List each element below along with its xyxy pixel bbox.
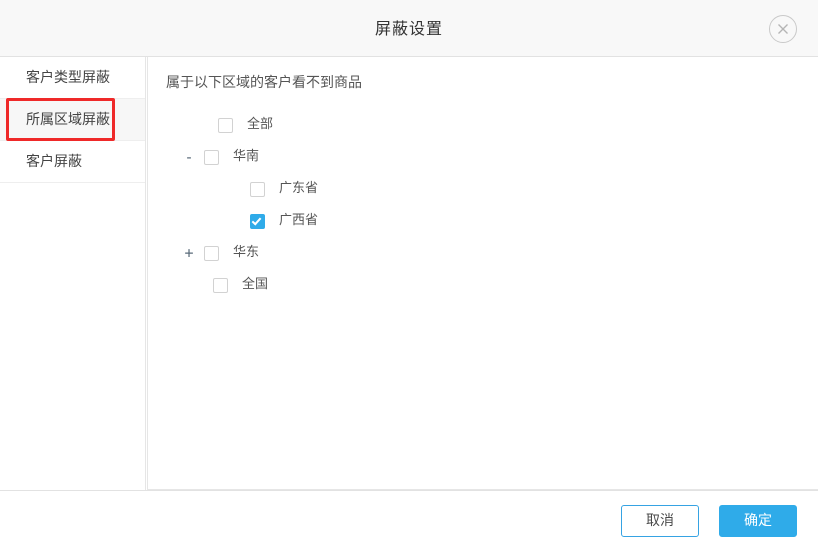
tree-node-label[interactable]: 广西省 (279, 212, 318, 230)
sidebar-item-customer-type[interactable]: 客户类型屏蔽 (0, 57, 145, 99)
sidebar-item-label: 客户屏蔽 (26, 154, 82, 170)
tree-row[interactable]: - 华南 (166, 141, 808, 173)
block-settings-dialog: 屏蔽设置 客户类型屏蔽 所属区域屏蔽 客户屏蔽 属于以下区域的客户看不到商品 全… (0, 0, 818, 551)
tree-row[interactable]: + 华东 (166, 237, 808, 269)
close-icon[interactable] (769, 15, 797, 43)
close-x-glyph (778, 24, 788, 34)
tree-checkbox[interactable] (250, 181, 265, 197)
tree-checkbox-checked[interactable] (250, 213, 265, 229)
tree-node-label[interactable]: 全国 (242, 276, 268, 294)
content-description: 属于以下区域的客户看不到商品 (166, 75, 362, 91)
tree-expand-icon[interactable]: + (182, 246, 196, 261)
tree-checkbox[interactable] (204, 245, 219, 261)
tree-checkbox[interactable] (218, 117, 233, 133)
sidebar-item-customer[interactable]: 客户屏蔽 (0, 141, 145, 183)
tree-checkbox[interactable] (213, 277, 228, 293)
tree-row[interactable]: 全部 (166, 109, 808, 141)
sidebar-item-label: 所属区域屏蔽 (26, 112, 110, 128)
dialog-header: 屏蔽设置 (0, 0, 818, 57)
content-panel-inner: 属于以下区域的客户看不到商品 全部 - 华南 广东省 广西省 + 华东 全国 (147, 57, 818, 490)
dialog-body: 客户类型屏蔽 所属区域屏蔽 客户屏蔽 属于以下区域的客户看不到商品 全部 - 华… (0, 57, 818, 490)
tree-collapse-icon[interactable]: - (182, 150, 196, 165)
cancel-button[interactable]: 取消 (621, 505, 699, 537)
tree-node-label[interactable]: 华东 (233, 244, 259, 262)
sidebar-item-label: 客户类型屏蔽 (26, 70, 110, 86)
tree-row[interactable]: 广西省 (166, 205, 808, 237)
tree-node-label[interactable]: 华南 (233, 148, 259, 166)
tree-row[interactable]: 广东省 (166, 173, 808, 205)
tree-node-label[interactable]: 全部 (247, 116, 273, 134)
confirm-button[interactable]: 确定 (719, 505, 797, 537)
sidebar: 客户类型屏蔽 所属区域屏蔽 客户屏蔽 (0, 57, 146, 490)
content-panel: 属于以下区域的客户看不到商品 全部 - 华南 广东省 广西省 + 华东 全国 (146, 57, 818, 490)
tree-checkbox[interactable] (204, 149, 219, 165)
sidebar-item-region[interactable]: 所属区域屏蔽 (0, 98, 145, 141)
tree-row[interactable]: 全国 (166, 269, 808, 301)
tree-node-label[interactable]: 广东省 (279, 180, 318, 198)
dialog-footer: 取消 确定 (0, 490, 818, 551)
region-tree: 全部 - 华南 广东省 广西省 + 华东 全国 (166, 109, 808, 301)
dialog-title: 屏蔽设置 (374, 19, 443, 38)
